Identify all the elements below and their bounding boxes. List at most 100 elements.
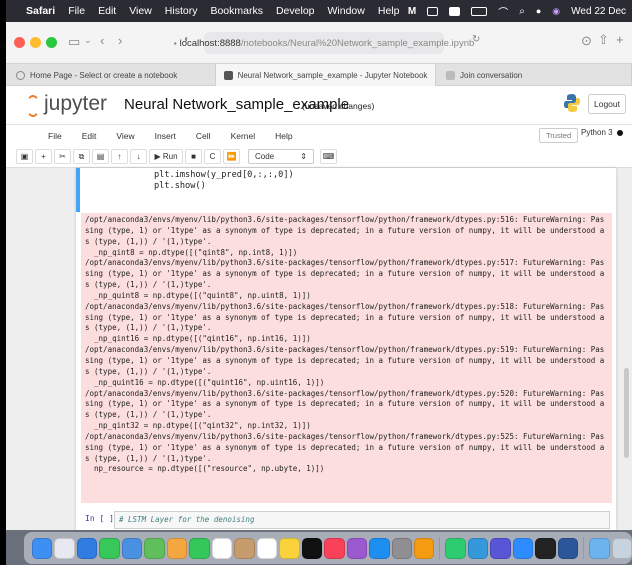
siri-icon[interactable]: ◉ <box>552 6 560 17</box>
spotlight-search-icon[interactable]: ⌕ <box>519 6 525 17</box>
dock-word-icon[interactable] <box>557 537 579 559</box>
menu-app-name[interactable]: Safari <box>26 5 55 17</box>
menubar-clock[interactable]: Wed 22 Dec <box>571 6 626 17</box>
restart-run-all-icon[interactable]: ⏩ <box>223 149 240 164</box>
next-code-cell[interactable]: In [ ]: # LSTM Layer for the denoising <box>81 508 612 530</box>
address-bar[interactable]: ▪ localhost:8888 /notebooks/Neural%20Net… <box>174 32 474 54</box>
new-tab-icon[interactable]: + <box>616 32 624 47</box>
dock-safari-icon[interactable] <box>76 537 98 559</box>
sidebar-toggle-icon[interactable]: ▭ <box>68 34 80 50</box>
dock-launchpad-icon[interactable] <box>54 537 75 559</box>
dock-facetime-icon[interactable] <box>189 537 210 559</box>
reload-icon[interactable]: ↻ <box>472 34 480 45</box>
stderr-line: sing (type, 1) or '1type' as a synonym o… <box>85 225 605 235</box>
run-button[interactable]: ▶ Run <box>149 149 183 164</box>
dock-contacts-icon[interactable] <box>234 537 255 559</box>
restart-icon[interactable]: C <box>204 149 221 164</box>
dock-app-store-icon[interactable] <box>369 537 390 559</box>
forward-icon[interactable]: › <box>118 33 122 48</box>
gmail-status-icon[interactable]: M <box>408 6 416 17</box>
menu-view[interactable]: View <box>129 5 152 17</box>
menu-help[interactable]: Help <box>378 5 400 17</box>
jmenu-insert[interactable]: Insert <box>155 131 176 141</box>
stderr-line: sing (type, 1) or '1type' as a synonym o… <box>85 269 605 279</box>
dock-pages-icon[interactable] <box>413 537 435 559</box>
move-up-icon[interactable]: ↑ <box>111 149 128 164</box>
move-down-icon[interactable]: ↓ <box>130 149 147 164</box>
copy-icon[interactable]: ⧉ <box>73 149 90 164</box>
dock-tv-icon[interactable] <box>301 537 323 559</box>
menu-edit[interactable]: Edit <box>98 5 116 17</box>
dock-help-icon[interactable] <box>490 537 511 559</box>
paste-icon[interactable]: ▤ <box>92 149 109 164</box>
stderr-text: /opt/anaconda3/envs/myenv/lib/python3.6/… <box>85 215 608 475</box>
screen-status-icon[interactable] <box>427 6 439 16</box>
dock-finder-icon[interactable] <box>32 537 53 559</box>
menu-history[interactable]: History <box>165 5 198 17</box>
chevron-down-icon[interactable]: ⌄ <box>84 35 92 46</box>
stderr-line: _np_qint16 = np.dtype([("qint16", np.int… <box>85 334 311 344</box>
tab-conversation[interactable]: Join conversation <box>436 64 632 86</box>
tab-notebook-label: Neural Network_sample_example - Jupyter … <box>237 70 428 80</box>
kernel-indicator: Python 3 <box>581 128 623 137</box>
dock-separator <box>583 537 585 559</box>
logout-button[interactable]: Logout <box>588 94 626 114</box>
minimize-window-button[interactable] <box>30 37 41 48</box>
stderr-line: s (type, (1,)) / '(1,)type'. <box>85 410 212 420</box>
download-icon[interactable]: ⊙ <box>581 33 592 49</box>
cell-type-select[interactable]: Code ⇕ <box>248 149 314 164</box>
jmenu-kernel[interactable]: Kernel <box>231 131 256 141</box>
dock-numbers-icon[interactable] <box>445 537 466 559</box>
display-status-icon[interactable] <box>449 6 461 16</box>
dock-preview-icon[interactable] <box>589 537 610 559</box>
jmenu-edit[interactable]: Edit <box>82 131 97 141</box>
interrupt-icon[interactable]: ■ <box>185 149 202 164</box>
dock-keynote-icon[interactable] <box>467 537 489 559</box>
menu-window[interactable]: Window <box>328 5 365 17</box>
trusted-indicator[interactable]: Trusted <box>539 128 579 143</box>
stderr-line: /opt/anaconda3/envs/myenv/lib/python3.6/… <box>85 301 605 311</box>
kernel-busy-icon <box>616 129 623 136</box>
dock-notes-icon[interactable] <box>279 537 300 559</box>
wifi-icon[interactable]: ⌒ <box>498 4 508 19</box>
code-line: plt.imshow(y_pred[0,:,:,0]) <box>154 170 294 180</box>
menu-develop[interactable]: Develop <box>276 5 315 17</box>
stderr-line: sing (type, 1) or '1type' as a synonym o… <box>85 442 605 452</box>
dock-mail-icon[interactable] <box>121 537 143 559</box>
cut-icon[interactable]: ✂ <box>54 149 71 164</box>
tab-notebook-favicon <box>223 70 233 80</box>
tab-notebook[interactable]: Neural Network_sample_example - Jupyter … <box>216 64 436 86</box>
dock-photos-icon[interactable] <box>166 537 188 559</box>
keyboard-icon[interactable]: ⌨ <box>320 149 337 164</box>
dock-maps-icon[interactable] <box>144 537 165 559</box>
menu-file[interactable]: File <box>68 5 85 17</box>
dock-reminders-icon[interactable] <box>256 537 278 559</box>
battery-icon[interactable] <box>471 6 488 16</box>
dock-calendar-icon[interactable] <box>211 537 233 559</box>
jmenu-cell[interactable]: Cell <box>196 131 211 141</box>
jupyter-logo[interactable]: jupyter <box>26 92 107 117</box>
next-cell-input[interactable]: # LSTM Layer for the denoising <box>114 511 610 529</box>
notebook-scrollbar[interactable] <box>624 368 629 458</box>
user-icon[interactable]: ● <box>536 6 541 16</box>
jmenu-file[interactable]: File <box>48 131 62 141</box>
jmenu-view[interactable]: View <box>116 131 134 141</box>
dock-podcasts-icon[interactable] <box>346 537 368 559</box>
close-window-button[interactable] <box>14 37 25 48</box>
dock-messages-icon[interactable] <box>99 537 120 559</box>
tab-home[interactable]: Home Page - Select or create a notebook <box>6 64 216 86</box>
save-icon[interactable]: ▣ <box>16 149 33 164</box>
code-cell-input[interactable]: plt.imshow(y_pred[0,:,:,0]) plt.show() <box>154 170 294 192</box>
menu-bookmarks[interactable]: Bookmarks <box>210 5 263 17</box>
dock-system-preferences-icon[interactable] <box>391 537 412 559</box>
jmenu-help[interactable]: Help <box>275 131 292 141</box>
dock-terminal-icon[interactable] <box>535 537 556 559</box>
dock-music-icon[interactable] <box>324 537 345 559</box>
dock-zoom-icon[interactable] <box>512 537 534 559</box>
back-icon[interactable]: ‹ <box>100 33 104 48</box>
dock-trash-icon[interactable] <box>611 537 632 559</box>
share-icon[interactable]: ⇧ <box>598 32 609 48</box>
zoom-window-button[interactable] <box>46 37 57 48</box>
python-logo-icon <box>564 94 580 112</box>
add-cell-icon[interactable]: + <box>35 149 52 164</box>
